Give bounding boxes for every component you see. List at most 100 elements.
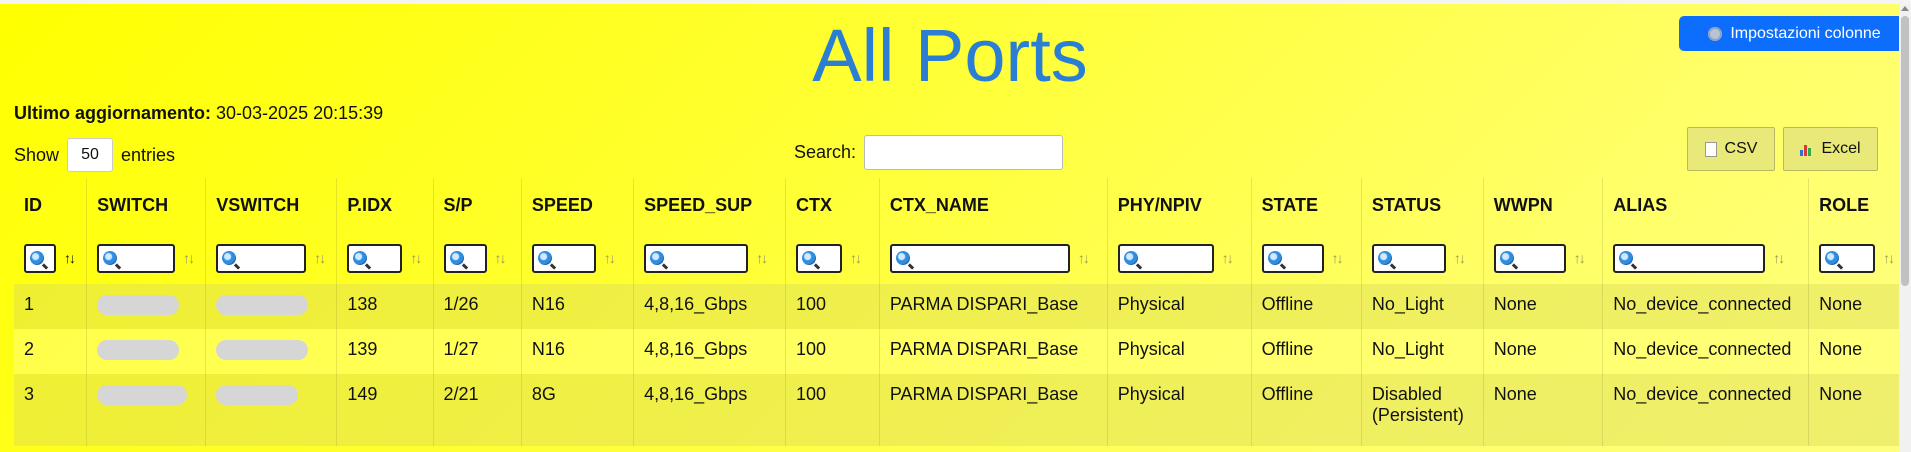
scroll-up-arrow-icon[interactable] (1901, 6, 1909, 11)
sort-icon[interactable]: ↑↓ (1883, 250, 1895, 266)
sort-icon[interactable]: ↑↓ (1332, 250, 1344, 266)
column-header-wwpn[interactable]: WWPN (1482, 178, 1603, 232)
filter-cell: ↑↓ (785, 232, 880, 284)
page-length-select[interactable]: 50 (67, 138, 114, 172)
cell-switch (86, 374, 206, 446)
magnifier-icon (537, 251, 552, 265)
column-settings-label: Impostazioni colonne (1730, 24, 1881, 42)
table-row[interactable]: 3 149 2/21 8G 4,8,16_Gbps 100 PARMA DISP… (14, 374, 1911, 446)
cell-id: 3 (24, 384, 35, 404)
column-header-sp[interactable]: S/P (432, 178, 522, 232)
column-header-status[interactable]: STATUS (1360, 178, 1484, 232)
cell-ctx: 100 (785, 374, 880, 446)
redacted-switch (97, 385, 188, 406)
filter-cell: ↑↓ (1808, 232, 1911, 284)
csv-label: CSV (1724, 140, 1758, 157)
excel-export-button[interactable]: Excel (1783, 127, 1878, 171)
sort-icon[interactable]: ↑↓ (756, 250, 768, 266)
cell-state: Offline (1250, 284, 1362, 329)
column-header-speed-sup[interactable]: SPEED_SUP (633, 178, 786, 232)
column-header-switch[interactable]: SWITCH (86, 178, 206, 232)
cell-ctx: 100 (785, 284, 880, 329)
filter-input-alias[interactable] (1613, 243, 1766, 273)
magnifier-icon (1619, 251, 1634, 265)
filter-input-speed-sup[interactable] (644, 243, 749, 273)
redacted-switch (97, 340, 180, 361)
magnifier-icon (353, 251, 368, 265)
gear-icon (1708, 26, 1723, 41)
filter-input-phy-npiv[interactable] (1117, 243, 1214, 273)
filter-input-speed[interactable] (531, 243, 596, 273)
cell-wwpn: None (1482, 329, 1603, 374)
column-header-role[interactable]: ROLE (1808, 178, 1911, 232)
top-border (0, 0, 1911, 4)
sort-icon[interactable]: ↑↓ (1574, 250, 1586, 266)
column-header-pidx[interactable]: P.IDX (336, 178, 433, 232)
column-header-vswitch[interactable]: VSWITCH (205, 178, 337, 232)
ports-table: ID SWITCH VSWITCH P.IDX S/P SPEED SPEED_… (14, 178, 1911, 446)
excel-label: Excel (1821, 140, 1861, 157)
cell-phy-npiv: Physical (1106, 284, 1252, 329)
sort-icon[interactable]: ↑↓ (850, 250, 862, 266)
filter-cell: ↑↓ (1106, 232, 1252, 284)
table-row[interactable]: 2 139 1/27 N16 4,8,16_Gbps 100 PARMA DIS… (14, 329, 1911, 374)
cell-role: None (1808, 374, 1911, 446)
redacted-vswitch (216, 385, 299, 406)
cell-sp: 1/26 (432, 284, 522, 329)
filter-input-ctx[interactable] (796, 243, 842, 273)
magnifier-icon (1267, 251, 1282, 265)
column-header-id[interactable]: ID (14, 178, 87, 232)
filter-input-status[interactable] (1371, 243, 1446, 273)
column-settings-button[interactable]: Impostazioni colonne (1679, 16, 1910, 51)
cell-sp: 1/27 (432, 329, 522, 374)
sort-icon[interactable]: ↑↓ (1773, 250, 1785, 266)
redacted-vswitch (216, 340, 309, 361)
cell-phy-npiv: Physical (1106, 329, 1252, 374)
filter-input-ctx-name[interactable] (889, 243, 1070, 273)
page-title: All Ports (812, 14, 1088, 97)
cell-wwpn: None (1482, 374, 1603, 446)
filter-input-state[interactable] (1261, 243, 1324, 273)
cell-phy-npiv: Physical (1106, 374, 1252, 446)
column-header-ctx[interactable]: CTX (785, 178, 880, 232)
filter-cell: ↑↓ (1250, 232, 1362, 284)
scrollbar-thumb[interactable] (1901, 16, 1909, 286)
filter-input-wwpn[interactable] (1493, 243, 1566, 273)
cell-status: Disabled (Persistent) (1360, 374, 1484, 446)
column-header-speed[interactable]: SPEED (520, 178, 634, 232)
cell-pidx: 138 (336, 284, 433, 329)
filter-cell: ↑↓ (205, 232, 337, 284)
filter-input-vswitch[interactable] (216, 243, 307, 273)
sort-icon[interactable]: ↑↓ (410, 250, 422, 266)
cell-speed-sup: 4,8,16_Gbps (633, 329, 786, 374)
sort-icon[interactable]: ↑↓ (314, 250, 326, 266)
filter-input-id[interactable] (24, 243, 56, 273)
filter-input-switch[interactable] (97, 243, 176, 273)
cell-speed-sup: 4,8,16_Gbps (633, 284, 786, 329)
filter-input-sp[interactable] (443, 243, 487, 273)
csv-export-button[interactable]: CSV (1687, 127, 1775, 171)
sort-icon[interactable]: ↑↓ (64, 250, 76, 266)
cell-state: Offline (1250, 329, 1362, 374)
column-header-alias[interactable]: ALIAS (1602, 178, 1809, 232)
sort-icon[interactable]: ↑↓ (1454, 250, 1466, 266)
filter-input-pidx[interactable] (347, 243, 403, 273)
column-header-state[interactable]: STATE (1250, 178, 1362, 232)
sort-icon[interactable]: ↑↓ (495, 250, 507, 266)
redacted-switch (97, 295, 180, 316)
filter-input-role[interactable] (1819, 243, 1876, 273)
vertical-scrollbar[interactable] (1899, 4, 1911, 452)
column-header-ctx-name[interactable]: CTX_NAME (878, 178, 1108, 232)
column-header-phy-npiv[interactable]: PHY/NPIV (1106, 178, 1252, 232)
table-row[interactable]: 1 138 1/26 N16 4,8,16_Gbps 100 PARMA DIS… (14, 284, 1911, 329)
search-label: Search: (794, 142, 857, 162)
sort-icon[interactable]: ↑↓ (183, 250, 195, 266)
sort-icon[interactable]: ↑↓ (1222, 250, 1234, 266)
cell-status: No_Light (1360, 329, 1484, 374)
search-input[interactable] (864, 135, 1064, 170)
cell-vswitch (205, 374, 337, 446)
cell-state: Offline (1250, 374, 1362, 446)
sort-icon[interactable]: ↑↓ (604, 250, 616, 266)
sort-icon[interactable]: ↑↓ (1078, 250, 1090, 266)
last-updated-value: 30-03-2025 20:15:39 (216, 103, 384, 123)
